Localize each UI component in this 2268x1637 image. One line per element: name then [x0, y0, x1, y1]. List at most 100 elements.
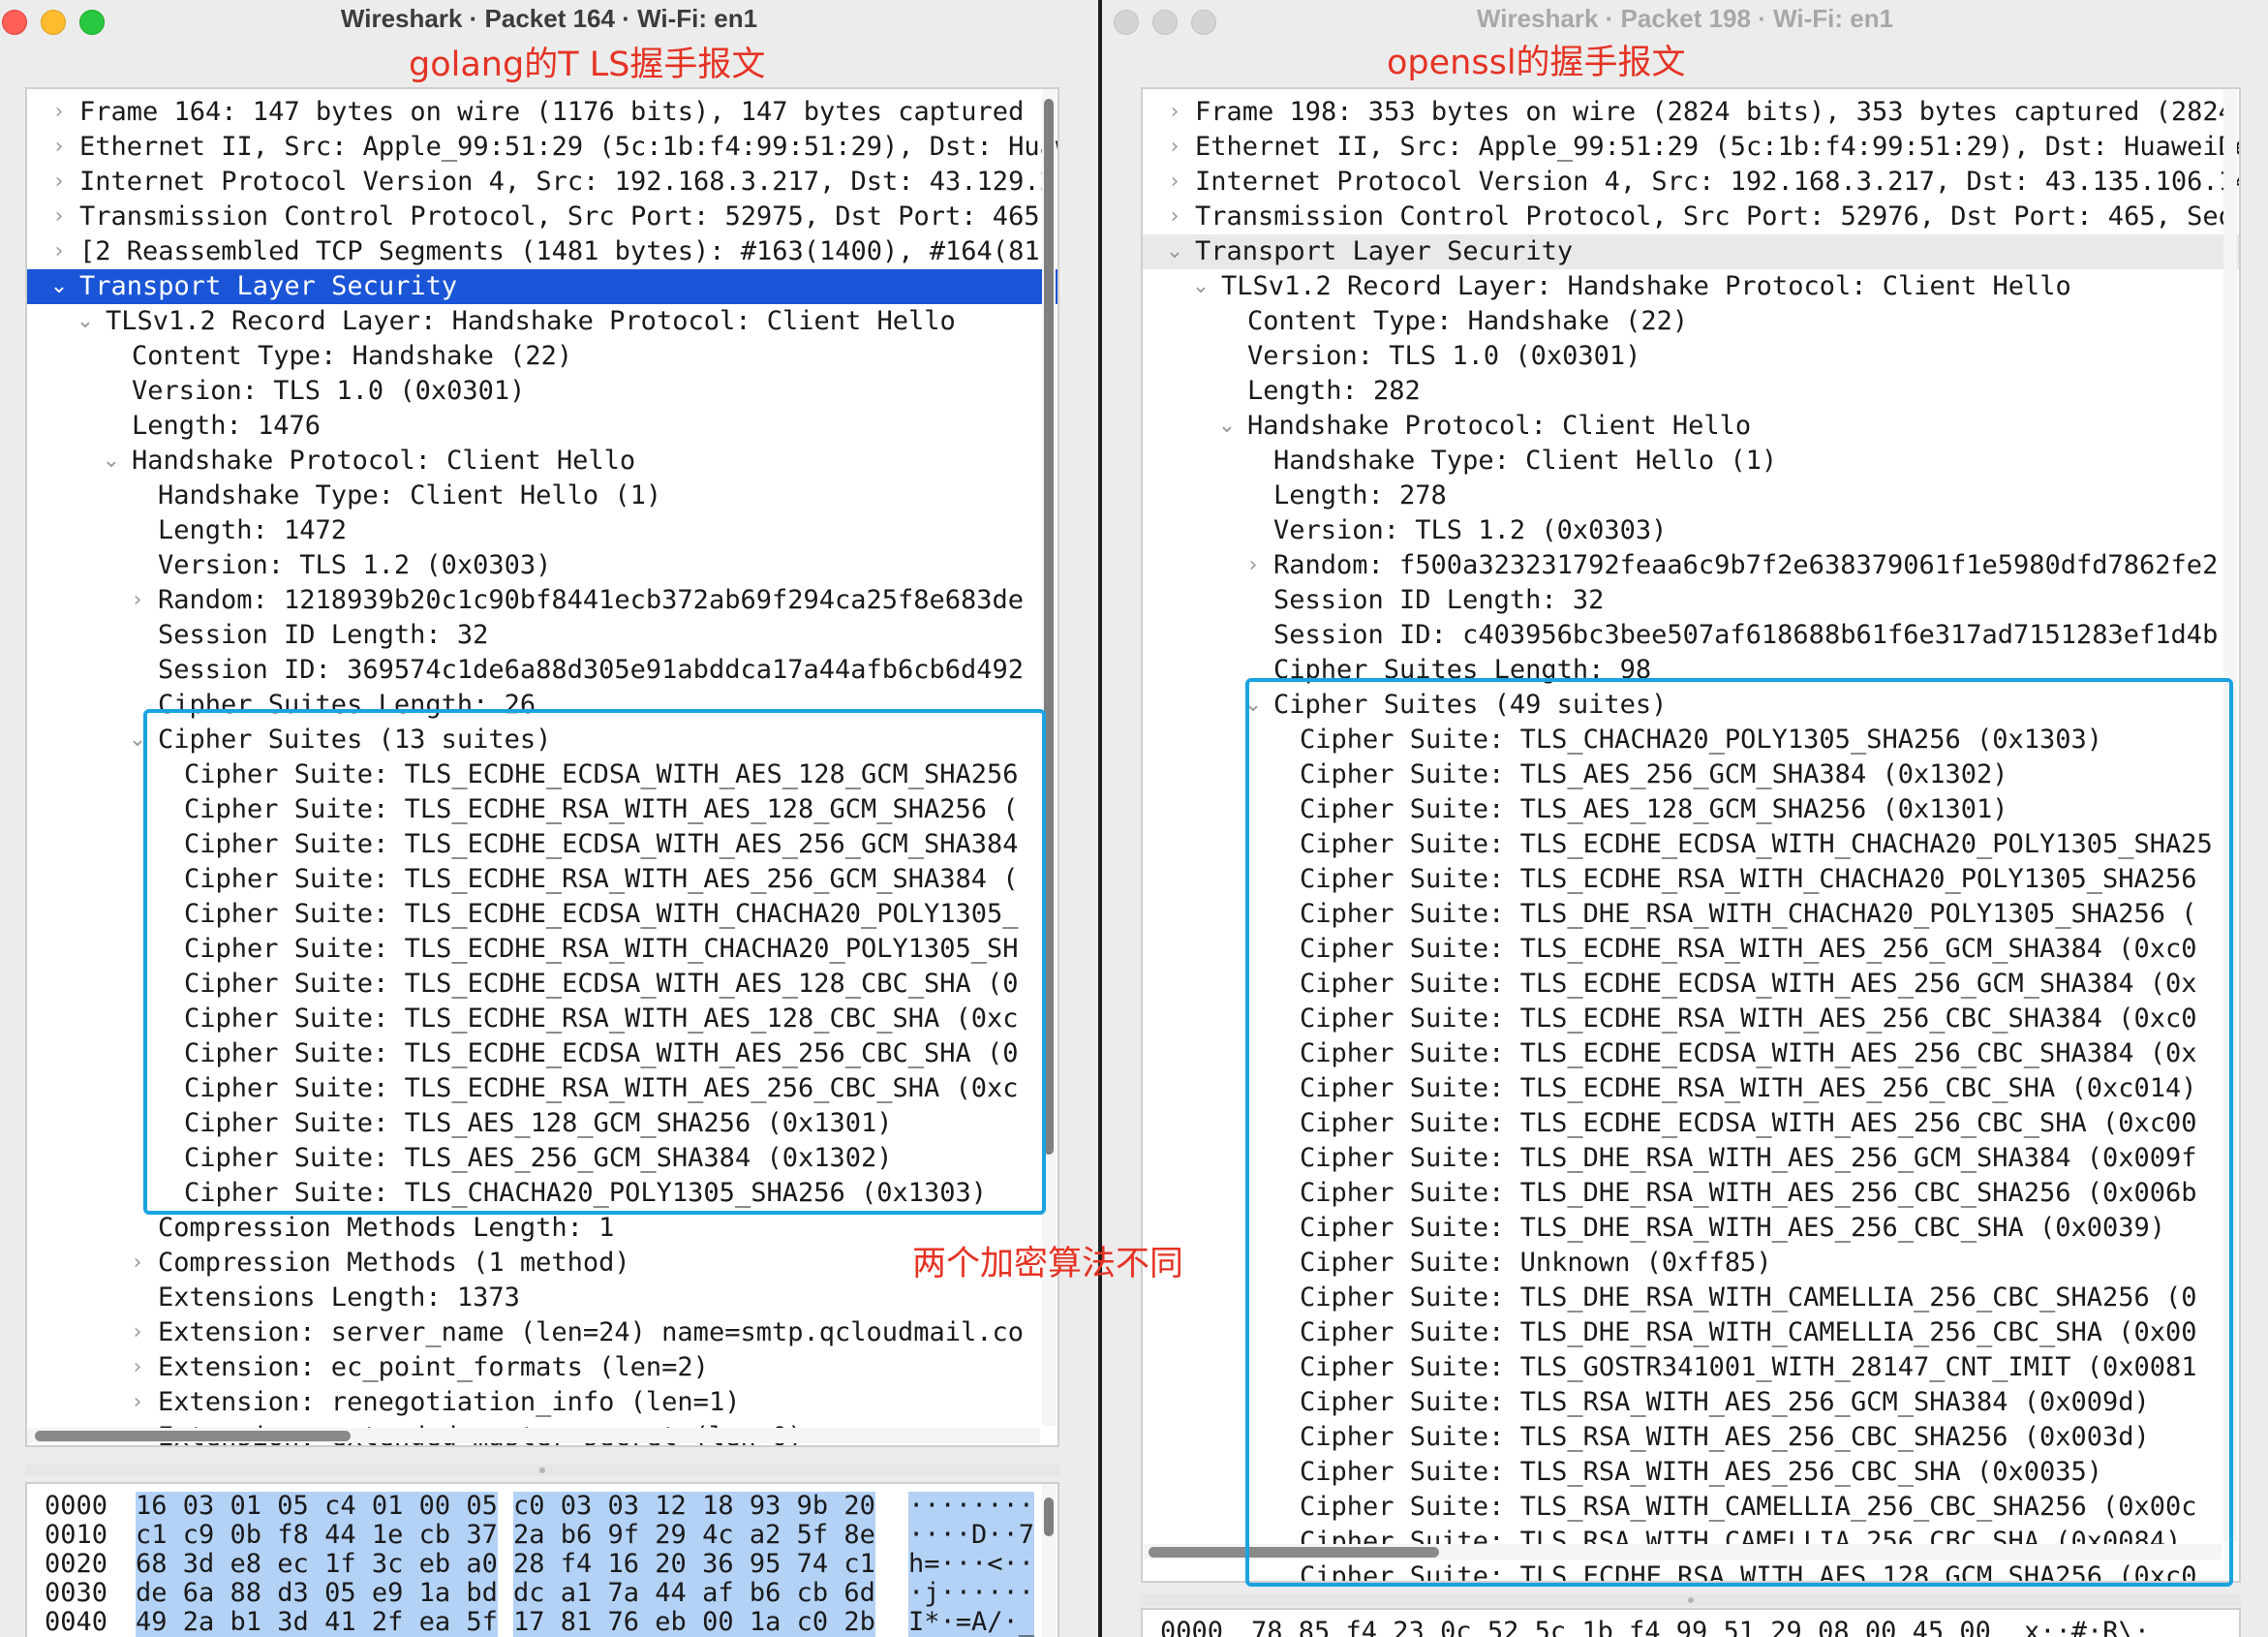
hex-bytes: 2a b6 9f 29 4c a2 5f 8e	[513, 1520, 875, 1550]
chevron-right-icon[interactable]: ›	[1162, 95, 1187, 130]
tree-row-label: Internet Protocol Version 4, Src: 192.16…	[1195, 167, 2241, 197]
splitter-handle-icon	[1688, 1597, 1694, 1603]
tree-row[interactable]: Length: 282	[1143, 374, 2239, 409]
tree-row-label: [2 Reassembled TCP Segments (1481 bytes)…	[79, 236, 1059, 266]
tree-row[interactable]: Session ID: c403956bc3bee507af618688b61f…	[1143, 618, 2239, 653]
tree-row[interactable]: › Internet Protocol Version 4, Src: 192.1…	[27, 165, 1057, 200]
tree-row[interactable]: › Frame 198: 353 bytes on wire (2824 bits…	[1143, 95, 2239, 130]
chevron-right-icon[interactable]: ›	[125, 1350, 150, 1385]
tree-row[interactable]: › Ethernet II, Src: Apple_99:51:29 (5c:1b…	[27, 130, 1057, 165]
hex-bytes: 68 3d e8 ec 1f 3c eb a0	[136, 1549, 498, 1579]
hex-bytes: 49 2a b1 3d 41 2f ea 5f	[136, 1607, 498, 1637]
tree-row[interactable]: › Extension: renegotiation_info (len=1)	[27, 1385, 1057, 1420]
hex-ascii: ····D··7	[908, 1520, 1035, 1550]
tree-row[interactable]: › Random: f500a323231792feaa6c9b7f2e63837…	[1143, 548, 2239, 583]
chevron-right-icon[interactable]: ›	[1162, 200, 1187, 234]
tree-row-label: Length: 278	[1273, 480, 1447, 510]
tree-row-label: Transport Layer Security	[79, 271, 458, 301]
tree-row-label: Handshake Protocol: Client Hello	[132, 446, 636, 476]
bytes-vertical-scrollbar[interactable]	[1042, 1484, 1056, 1637]
tree-row[interactable]: Compression Methods Length: 1	[27, 1211, 1057, 1246]
tree-row-label: Extensions Length: 1373	[158, 1282, 520, 1313]
hex-bytes: c1 c9 0b f8 44 1e cb 37	[136, 1520, 498, 1550]
horizontal-scrollbar[interactable]	[27, 1428, 1040, 1443]
tree-row[interactable]: › Ethernet II, Src: Apple_99:51:29 (5c:1b…	[1143, 130, 2239, 165]
tree-row[interactable]: Session ID: 369574c1de6a88d305e91abddca1…	[27, 653, 1057, 688]
chevron-down-icon[interactable]: ⌄	[1188, 269, 1213, 304]
chevron-right-icon[interactable]: ›	[1162, 130, 1187, 165]
splitter-handle-icon	[539, 1467, 545, 1473]
tree-row[interactable]: › Transmission Control Protocol, Src Port…	[1143, 200, 2239, 234]
chevron-right-icon[interactable]: ›	[46, 200, 72, 234]
tree-row[interactable]: › Transmission Control Protocol, Src Port…	[27, 200, 1057, 234]
tree-row-label: Session ID: 369574c1de6a88d305e91abddca1…	[158, 655, 1025, 685]
hex-bytes: 78 85 f4 23 0c 52 5c 1b	[1251, 1617, 1613, 1637]
tree-row-label: Random: f500a323231792feaa6c9b7f2e638379…	[1273, 550, 2219, 580]
tree-row[interactable]: ⌄ TLSv1.2 Record Layer: Handshake Protoco…	[27, 304, 1057, 339]
hex-ascii: x··#·R\·	[2024, 1617, 2151, 1637]
chevron-right-icon[interactable]: ›	[125, 1246, 150, 1281]
bytes-scrollbar-thumb[interactable]	[1044, 1498, 1054, 1536]
tree-row[interactable]: › Internet Protocol Version 4, Src: 192.1…	[1143, 165, 2239, 200]
hex-offset: 0010	[45, 1520, 108, 1550]
tree-row-label: Transmission Control Protocol, Src Port:…	[1195, 201, 2241, 232]
tree-row[interactable]: Session ID Length: 32	[1143, 583, 2239, 618]
tree-row[interactable]: › [2 Reassembled TCP Segments (1481 bytes…	[27, 234, 1057, 269]
chevron-right-icon[interactable]: ›	[125, 583, 150, 618]
tree-row[interactable]: › Extension: ec_point_formats (len=2)	[27, 1350, 1057, 1385]
chevron-right-icon[interactable]: ›	[46, 165, 72, 200]
tree-row[interactable]: Handshake Type: Client Hello (1)	[27, 479, 1057, 513]
tree-row-label: Handshake Type: Client Hello (1)	[1273, 446, 1778, 476]
tree-row[interactable]: Extensions Length: 1373	[27, 1281, 1057, 1315]
window-title: Wireshark · Packet 198 · Wi-Fi: en1	[1476, 4, 1894, 33]
chevron-right-icon[interactable]: ›	[46, 95, 72, 130]
tree-row[interactable]: Version: TLS 1.0 (0x0301)	[27, 374, 1057, 409]
pane-splitter[interactable]	[1141, 1594, 2241, 1606]
tree-row[interactable]: Version: TLS 1.2 (0x0303)	[27, 548, 1057, 583]
tree-row[interactable]: Handshake Type: Client Hello (1)	[1143, 444, 2239, 479]
tree-row[interactable]: Length: 1476	[27, 409, 1057, 444]
chevron-right-icon[interactable]: ›	[1162, 165, 1187, 200]
horizontal-scrollbar-thumb[interactable]	[35, 1431, 351, 1441]
pane-splitter[interactable]	[25, 1465, 1059, 1476]
chevron-down-icon[interactable]: ⌄	[1162, 234, 1187, 269]
tree-row[interactable]: ⌄ Handshake Protocol: Client Hello	[1143, 409, 2239, 444]
chevron-right-icon[interactable]: ›	[46, 130, 72, 165]
tree-row[interactable]: Version: TLS 1.0 (0x0301)	[1143, 339, 2239, 374]
chevron-down-icon[interactable]: ⌄	[73, 304, 98, 339]
golang-annotation: golang的T LS握手报文	[409, 46, 766, 84]
tree-row[interactable]: Version: TLS 1.2 (0x0303)	[1143, 513, 2239, 548]
hex-bytes: dc a1 7a 44 af b6 cb 6d	[513, 1578, 875, 1608]
packet-bytes-pane: 0000 78 85 f4 23 0c 52 5c 1b f4 99 51 29 0…	[1141, 1608, 2241, 1637]
chevron-right-icon[interactable]: ›	[125, 1385, 150, 1420]
chevron-right-icon[interactable]: ›	[46, 234, 72, 269]
tree-row-label: Version: TLS 1.2 (0x0303)	[158, 550, 552, 580]
tree-row-label: Version: TLS 1.0 (0x0301)	[1247, 341, 1641, 371]
tree-row[interactable]: Content Type: Handshake (22)	[27, 339, 1057, 374]
tree-row[interactable]: Content Type: Handshake (22)	[1143, 304, 2239, 339]
tree-row[interactable]: ⌄ Transport Layer Security	[1143, 234, 2239, 269]
chevron-right-icon[interactable]: ›	[125, 1315, 150, 1350]
tree-row[interactable]: ⌄ TLSv1.2 Record Layer: Handshake Protoco…	[1143, 269, 2239, 304]
tree-row[interactable]: Session ID Length: 32	[27, 618, 1057, 653]
chevron-down-icon[interactable]: ⌄	[46, 269, 72, 304]
tree-row[interactable]: ⌄ Handshake Protocol: Client Hello	[27, 444, 1057, 479]
tree-row-label: Frame 198: 353 bytes on wire (2824 bits)…	[1195, 97, 2241, 127]
chevron-right-icon[interactable]: ›	[1241, 548, 1266, 583]
tree-row[interactable]: › Random: 1218939b20c1c90bf8441ecb372ab69…	[27, 583, 1057, 618]
tree-row[interactable]: › Compression Methods (1 method)	[27, 1246, 1057, 1281]
wireshark-window-packet-198: Wireshark · Packet 198 · Wi-Fi: en1 open…	[1102, 0, 2268, 1637]
openssl-annotation: openssl的握手报文	[1387, 44, 1686, 82]
packet-bytes-pane: 0000 16 03 01 05 c4 01 00 05 c0 03 03 12 1…	[25, 1482, 1059, 1637]
tree-row[interactable]: Length: 278	[1143, 479, 2239, 513]
tree-row[interactable]: ⌄ Transport Layer Security	[27, 269, 1057, 304]
tree-row-label: Session ID Length: 32	[158, 620, 489, 650]
tree-row-label: Internet Protocol Version 4, Src: 192.16…	[79, 167, 1059, 197]
tree-row[interactable]: Length: 1472	[27, 513, 1057, 548]
chevron-down-icon[interactable]: ⌄	[99, 444, 124, 479]
tree-row[interactable]: › Extension: server_name (len=24) name=sm…	[27, 1315, 1057, 1350]
chevron-down-icon[interactable]: ⌄	[1214, 409, 1240, 444]
difference-annotation: 两个加密算法不同	[912, 1245, 1184, 1283]
tree-row[interactable]: › Frame 164: 147 bytes on wire (1176 bits…	[27, 95, 1057, 130]
tree-row-label: Transmission Control Protocol, Src Port:…	[79, 201, 1056, 232]
